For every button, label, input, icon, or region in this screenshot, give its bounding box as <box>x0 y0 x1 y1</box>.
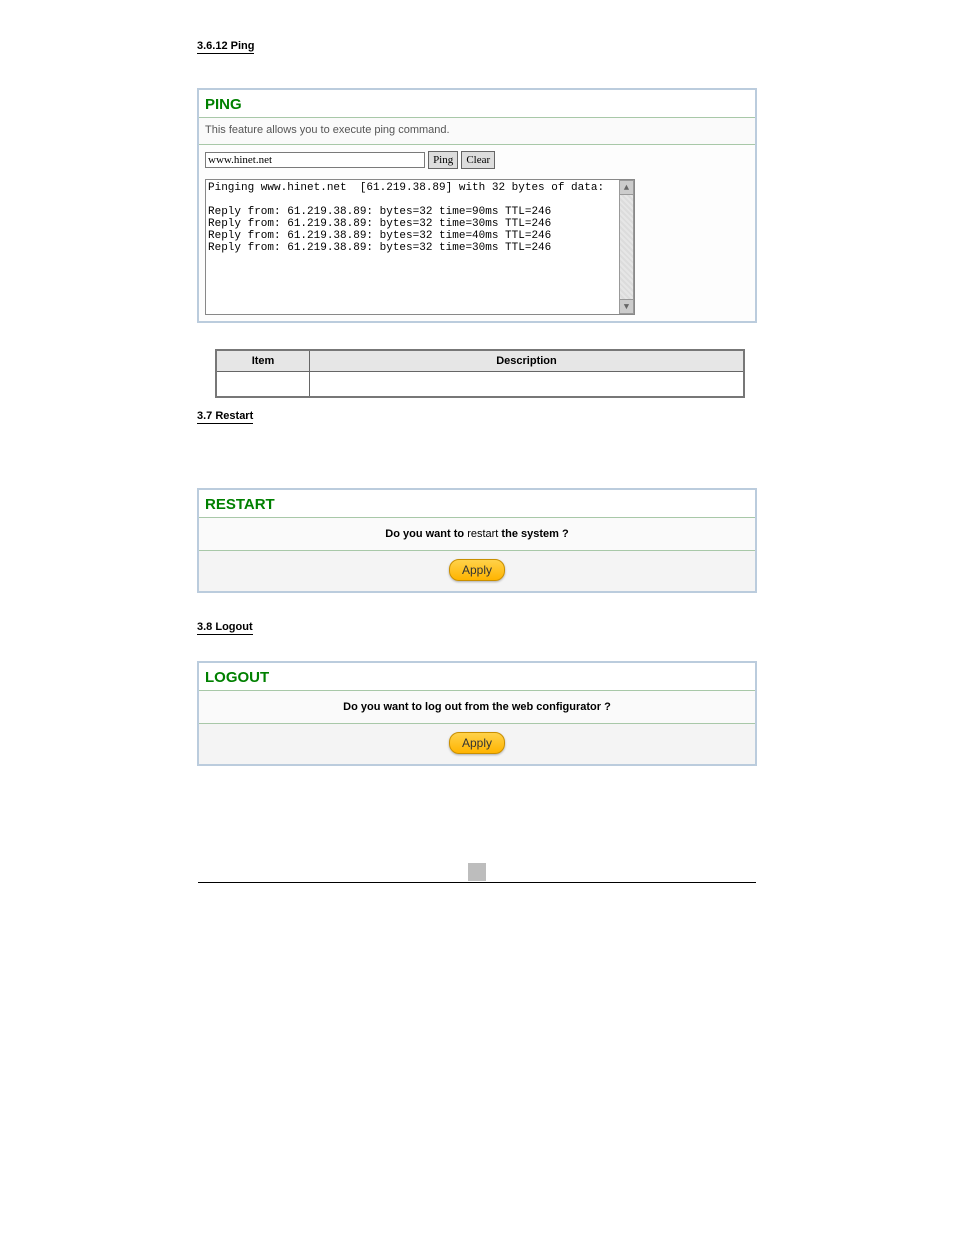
page-footer <box>198 882 756 885</box>
logout-panel-title: LOGOUT <box>199 663 755 691</box>
table-row <box>216 372 744 398</box>
ping-panel: PING This feature allows you to execute … <box>197 88 757 323</box>
page-number <box>468 863 486 881</box>
logout-apply-button[interactable]: Apply <box>449 732 505 754</box>
ping-panel-subtitle: This feature allows you to execute ping … <box>199 118 755 145</box>
section-restart-label: 3.7 Restart <box>197 410 253 424</box>
logout-panel: LOGOUT Do you want to log out from the w… <box>197 661 757 766</box>
scroll-down-icon[interactable]: ▼ <box>619 299 634 314</box>
scrollbar-track[interactable] <box>619 195 634 299</box>
ping-button[interactable]: Ping <box>428 151 458 169</box>
section-ping-label: 3.6.12 Ping <box>197 40 254 54</box>
table-header-row: Item Description <box>216 350 744 372</box>
restart-apply-button[interactable]: Apply <box>449 559 505 581</box>
col-header-item: Item <box>216 350 310 372</box>
cell-item <box>216 372 310 398</box>
cell-description <box>310 372 745 398</box>
scroll-up-icon[interactable]: ▲ <box>619 180 634 195</box>
restart-panel: RESTART Do you want to restart the syste… <box>197 488 757 593</box>
ping-description-table: Item Description <box>215 349 745 398</box>
ping-panel-title: PING <box>199 90 755 118</box>
clear-button[interactable]: Clear <box>461 151 495 169</box>
ping-output-text: Pinging www.hinet.net [61.219.38.89] wit… <box>208 182 604 254</box>
ping-output-terminal: Pinging www.hinet.net [61.219.38.89] wit… <box>205 179 635 315</box>
restart-message: Do you want to restart the system ? <box>199 518 755 551</box>
col-header-description: Description <box>310 350 745 372</box>
restart-panel-title: RESTART <box>199 490 755 518</box>
ping-host-input[interactable] <box>205 152 425 168</box>
logout-message: Do you want to log out from the web conf… <box>199 691 755 724</box>
section-logout-label: 3.8 Logout <box>197 621 253 635</box>
